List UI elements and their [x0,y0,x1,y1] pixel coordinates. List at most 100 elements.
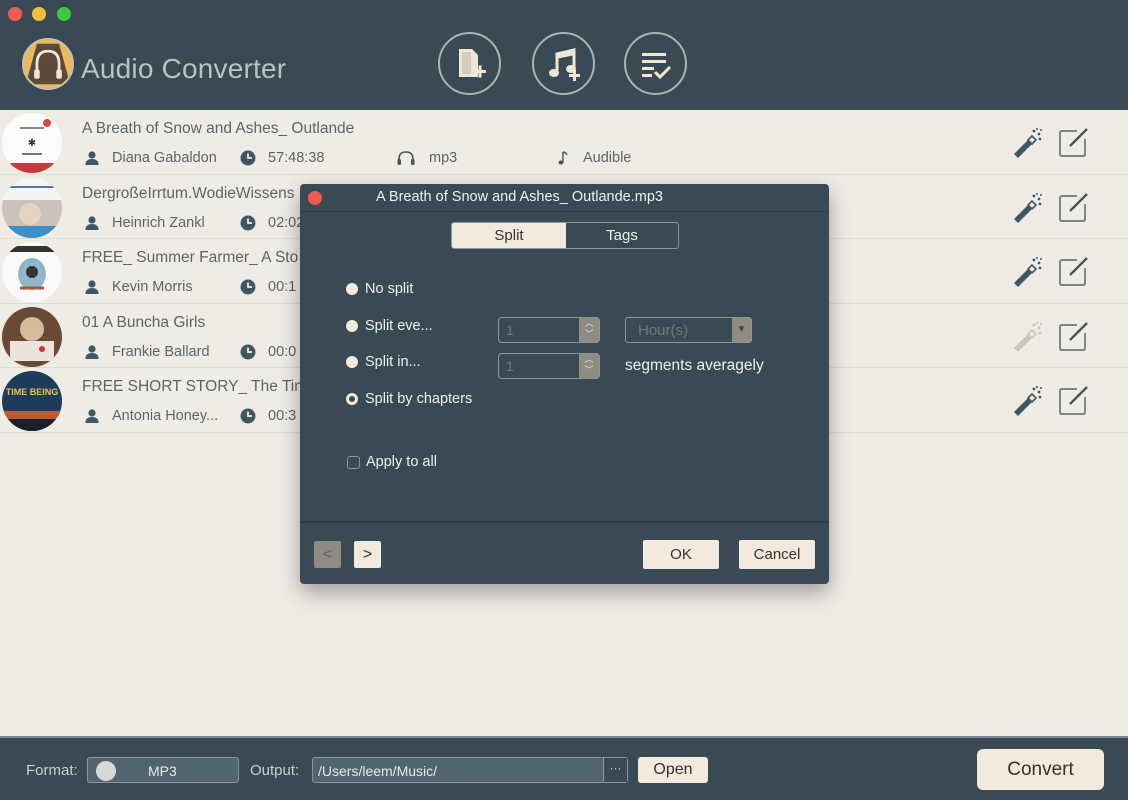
radio-label: Split by chapters [365,391,473,407]
clock-icon [240,279,256,295]
duration-field: 02:02 [240,215,304,231]
add-music-button[interactable] [532,32,595,95]
person-icon [85,280,99,295]
duration-field: 00:1 [240,279,296,295]
format-selector[interactable]: MP3 [87,757,239,783]
radio-button[interactable] [346,356,358,368]
convert-button[interactable]: Convert [977,749,1104,790]
output-label: Output: [250,762,300,779]
album-art: ✱ [2,113,62,173]
split-unit-dropdown[interactable]: Hour(s) ▼ [625,317,752,343]
ok-button[interactable]: OK [643,540,719,569]
album-art: TIME BEING [2,371,62,432]
window-zoom-button[interactable] [57,7,71,21]
window-minimize-button[interactable] [32,7,46,21]
tab-tags[interactable]: Tags [566,223,678,248]
cancel-button[interactable]: Cancel [739,540,815,569]
output-path-field[interactable]: /Users/leem/Music/ ··· [312,757,628,783]
edit-icon[interactable] [1056,320,1090,354]
split-unit-value: Hour(s) [638,322,689,339]
effects-wand-icon[interactable] [1010,126,1044,160]
open-button[interactable]: Open [638,757,708,783]
window-close-button[interactable] [8,7,22,21]
album-art-image [2,306,62,367]
convert-list-icon [641,52,671,79]
radio-no-split[interactable]: No split [346,281,413,297]
dialog-titlebar: A Breath of Snow and Ashes_ Outlande.mp3 [300,184,829,212]
edit-icon[interactable] [1056,384,1090,418]
dialog-tabs: Split Tags [451,222,679,249]
app-title: Audio Converter [81,53,287,84]
author-field: Heinrich Zankl [84,215,205,231]
clock-icon [240,344,256,360]
duration-value: 00:0 [268,343,297,360]
radio-split-in[interactable]: Split in... [346,354,421,370]
music-note-icon [558,151,568,165]
album-art-image [2,177,62,238]
checkbox[interactable] [347,455,360,469]
duration-value: 00:1 [268,279,297,296]
split-in-stepper[interactable]: 1 ︿ ﹀ [498,353,600,379]
duration-value: 00:3 [268,408,297,425]
clock-icon [240,150,256,166]
format-disc-icon [96,761,116,781]
clock-icon [240,408,256,424]
headphones-icon [397,151,415,165]
format-label: Format: [26,762,78,779]
row-actions [1010,126,1090,160]
album-art [2,306,62,367]
checkbox-label: Apply to all [366,454,437,470]
effects-wand-icon[interactable] [1010,320,1044,354]
duration-field: 00:0 [240,344,296,360]
split-every-value: 1 [506,322,514,338]
radio-button[interactable] [346,320,358,332]
radio-label: No split [365,281,414,297]
radio-split-every[interactable]: Split eve... [346,318,433,334]
add-file-button[interactable] [438,32,501,95]
radio-split-by-chapters[interactable]: Split by chapters [346,391,472,407]
radio-button-selected[interactable] [346,393,358,405]
edit-icon[interactable] [1056,191,1090,225]
row-actions [1010,320,1090,354]
browse-button[interactable]: ··· [603,758,627,782]
stepper-arrows-icon[interactable]: ︿ ﹀ [579,318,599,342]
next-button[interactable]: > [354,541,381,568]
author-name: Diana Gabaldon [112,150,217,166]
effects-wand-icon[interactable] [1010,384,1044,418]
author-field: Antonia Honey... [84,408,218,424]
author-field: Diana Gabaldon [84,150,217,166]
effects-wand-icon[interactable] [1010,191,1044,225]
author-name: Kevin Morris [112,279,193,296]
title-bar: Audio Converter [0,0,1128,110]
radio-button[interactable] [346,283,358,295]
source-field: Audible [555,150,631,166]
person-icon [85,151,99,165]
author-name: Frankie Ballard [112,343,210,360]
dialog-title: A Breath of Snow and Ashes_ Outlande.mp3 [376,189,663,205]
add-music-icon [548,47,580,81]
dialog-divider [300,521,829,523]
edit-icon[interactable] [1056,126,1090,160]
row-actions [1010,384,1090,418]
stepper-arrows-icon[interactable]: ︿ ﹀ [579,354,599,378]
author-name: Antonia Honey... [112,408,219,425]
duration-field: 57:48:38 [240,150,324,166]
row-actions [1010,191,1090,225]
file-row[interactable]: ✱ A Breath of Snow and Ashes_ Outlande D… [0,110,1128,175]
task-list-button[interactable] [624,32,687,95]
previous-button[interactable]: < [314,541,341,568]
file-title: A Breath of Snow and Ashes_ Outlande [82,120,355,137]
effects-wand-icon[interactable] [1010,255,1044,289]
split-every-stepper[interactable]: 1 ︿ ﹀ [498,317,600,343]
author-field: Frankie Ballard [84,344,210,360]
tab-split[interactable]: Split [452,223,566,248]
edit-icon[interactable] [1056,255,1090,289]
chevron-down-icon[interactable]: ▼ [732,318,751,342]
dialog-close-button[interactable] [308,191,322,205]
album-art [2,242,62,303]
output-path-value: /Users/leem/Music/ [318,763,438,779]
author-name: Heinrich Zankl [112,214,205,231]
author-field: Kevin Morris [84,279,193,295]
format-value: MP3 [148,763,177,779]
apply-to-all-checkbox[interactable]: Apply to all [347,454,437,470]
